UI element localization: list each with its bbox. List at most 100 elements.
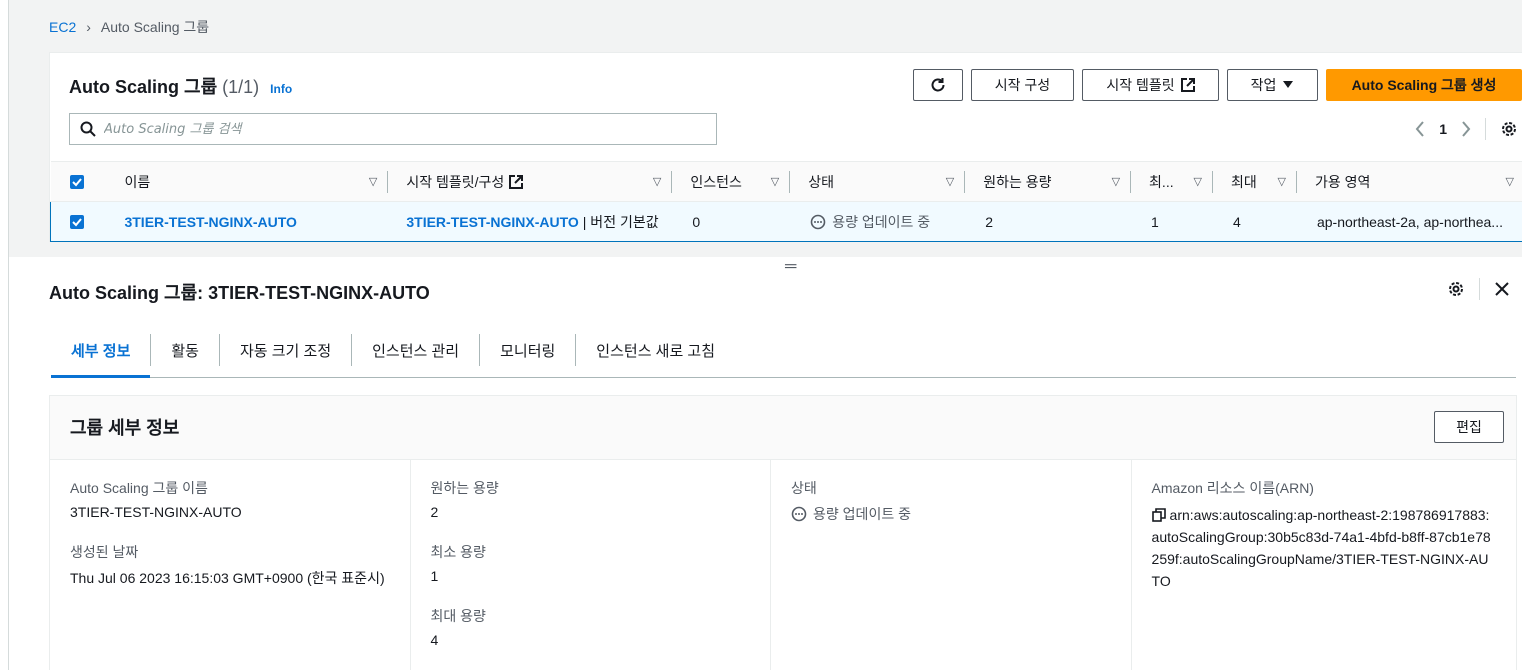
- max-capacity-value: 4: [430, 632, 439, 648]
- column-header-status[interactable]: 상태 ▽: [790, 161, 966, 202]
- template-link[interactable]: 3TIER-TEST-NGINX-AUTO: [406, 214, 578, 230]
- max-value: 4: [1233, 213, 1241, 230]
- launch-config-button[interactable]: 시작 구성: [971, 69, 1074, 101]
- column-label: 원하는 용량: [983, 173, 1052, 190]
- breadcrumb: EC2 › Auto Scaling 그룹: [49, 17, 209, 37]
- arn-row: arn:aws:autoscaling:ap-northeast-2:19878…: [1152, 504, 1496, 592]
- breadcrumb-ec2-link[interactable]: EC2: [49, 19, 76, 35]
- edit-button[interactable]: 편집: [1434, 411, 1504, 443]
- column-label: 인스턴스: [690, 173, 742, 190]
- az-value: ap-northeast-2a, ap-northea...: [1316, 213, 1503, 230]
- chevron-right-icon: ›: [86, 19, 91, 35]
- status-value: 용량 업데이트 중: [832, 213, 931, 230]
- close-icon[interactable]: [1494, 281, 1510, 297]
- row-min-cell: 1: [1131, 201, 1214, 242]
- sort-icon: ▽: [652, 176, 662, 188]
- column-header-instances[interactable]: 인스턴스 ▽: [672, 161, 791, 202]
- tab-instance-refresh[interactable]: 인스턴스 새로 고침: [576, 334, 735, 366]
- edit-label: 편집: [1456, 419, 1482, 435]
- group-details-container: 그룹 세부 정보 편집 Auto Scaling 그룹 이름 3TIER-TES…: [49, 395, 1517, 670]
- caret-down-icon: [1283, 81, 1294, 88]
- column-label: 시작 템플릿/구성: [406, 173, 505, 190]
- column-header-min[interactable]: 최... ▽: [1131, 161, 1214, 202]
- instances-value: 0: [692, 213, 701, 230]
- status-value: 용량 업데이트 중: [813, 506, 911, 522]
- actions-button[interactable]: 작업: [1227, 69, 1318, 101]
- row-az-cell: ap-northeast-2a, ap-northea...: [1296, 201, 1522, 242]
- tab-details[interactable]: 세부 정보: [51, 334, 152, 378]
- section-title: 그룹 세부 정보: [70, 418, 180, 438]
- copy-icon[interactable]: [1151, 508, 1166, 522]
- details-columns: Auto Scaling 그룹 이름 3TIER-TEST-NGINX-AUTO…: [50, 460, 1516, 670]
- settings-gear-icon[interactable]: [1500, 120, 1518, 138]
- details-column-3: 상태 용량 업데이트 중: [771, 460, 1132, 670]
- details-column-1: Auto Scaling 그룹 이름 3TIER-TEST-NGINX-AUTO…: [50, 460, 411, 670]
- list-title: Auto Scaling 그룹: [69, 77, 218, 97]
- launch-templates-button[interactable]: 시작 템플릿: [1082, 69, 1219, 101]
- in-progress-icon: [791, 506, 807, 522]
- sort-icon: ▽: [368, 176, 378, 188]
- created-value: Thu Jul 06 2023 16:15:03 GMT+0900 (한국 표준…: [70, 570, 385, 586]
- column-header-desired[interactable]: 원하는 용량 ▽: [965, 161, 1132, 202]
- asg-name-link[interactable]: 3TIER-TEST-NGINX-AUTO: [124, 214, 296, 230]
- tab-monitoring[interactable]: 모니터링: [480, 334, 577, 366]
- external-link-icon: [509, 174, 524, 189]
- in-progress-icon: [810, 214, 826, 229]
- chevron-right-icon[interactable]: [1461, 121, 1471, 137]
- asg-list-panel: Auto Scaling 그룹 (1/1) Info 시작 구성 시작 템플릿 …: [49, 52, 1522, 242]
- app-root: EC2 › Auto Scaling 그룹 Auto Scaling 그룹 (1…: [8, 0, 1522, 670]
- row-checkbox[interactable]: [70, 214, 84, 229]
- split-panel-resize-handle[interactable]: ═: [785, 258, 796, 276]
- refresh-icon: [931, 78, 945, 92]
- min-capacity-label: 최소 용량: [430, 544, 486, 560]
- search-input[interactable]: [104, 121, 704, 137]
- column-label: 최...: [1149, 173, 1174, 190]
- column-label: 상태: [808, 173, 834, 190]
- column-label: 최대: [1231, 173, 1257, 190]
- tab-instance-management[interactable]: 인스턴스 관리: [352, 334, 481, 366]
- launch-templates-label: 시작 템플릿: [1106, 77, 1175, 93]
- sort-icon: ▽: [1193, 176, 1203, 188]
- pagination: 1: [1415, 115, 1522, 143]
- column-header-template[interactable]: 시작 템플릿/구성 ▽: [388, 161, 673, 202]
- select-all-cell: [50, 161, 107, 202]
- refresh-button[interactable]: [913, 69, 963, 101]
- chevron-left-icon[interactable]: [1415, 121, 1425, 137]
- breadcrumb-current: Auto Scaling 그룹: [100, 19, 210, 35]
- settings-gear-icon[interactable]: [1447, 280, 1465, 298]
- list-count: (1/1): [222, 77, 260, 97]
- row-instances-cell: 0: [672, 201, 791, 242]
- search-icon: [80, 121, 96, 137]
- created-label: 생성된 날짜: [70, 544, 139, 560]
- row-desired-cell: 2: [965, 201, 1132, 242]
- status-label: 상태: [791, 480, 817, 496]
- row-max-cell: 4: [1213, 201, 1297, 242]
- details-column-4: Amazon 리소스 이름(ARN) arn:aws:autoscaling:a…: [1132, 460, 1516, 670]
- create-asg-button[interactable]: Auto Scaling 그룹 생성: [1326, 69, 1522, 101]
- list-area: EC2 › Auto Scaling 그룹 Auto Scaling 그룹 (1…: [9, 0, 1522, 257]
- asg-name-label: Auto Scaling 그룹 이름: [70, 480, 208, 496]
- select-all-checkbox[interactable]: [69, 174, 84, 189]
- column-label: 가용 영역: [1314, 173, 1371, 190]
- pager-divider: [1485, 118, 1486, 140]
- row-select-cell: [50, 201, 107, 242]
- tools-divider: [1479, 278, 1480, 300]
- row-name-cell: 3TIER-TEST-NGINX-AUTO: [106, 201, 389, 242]
- min-capacity-value: 1: [430, 568, 439, 584]
- column-label: 이름: [124, 173, 151, 190]
- tab-automatic-scaling[interactable]: 자동 크기 조정: [220, 334, 353, 366]
- sort-icon: ▽: [1277, 176, 1286, 188]
- column-header-az[interactable]: 가용 영역 ▽: [1296, 161, 1522, 202]
- arn-label: Amazon 리소스 이름(ARN): [1151, 480, 1314, 496]
- column-header-name[interactable]: 이름 ▽: [106, 161, 389, 202]
- row-template-cell: 3TIER-TEST-NGINX-AUTO | 버전 기본값: [388, 201, 673, 242]
- column-header-max[interactable]: 최대 ▽: [1213, 161, 1297, 202]
- external-link-icon: [1180, 78, 1195, 92]
- check-icon: [72, 217, 82, 226]
- page-number[interactable]: 1: [1439, 121, 1447, 137]
- table-row[interactable]: 3TIER-TEST-NGINX-AUTO 3TIER-TEST-NGINX-A…: [50, 201, 1522, 242]
- tab-activity[interactable]: 활동: [151, 334, 220, 366]
- sort-icon: ▽: [1505, 176, 1514, 188]
- sort-icon: ▽: [945, 176, 955, 188]
- info-link[interactable]: Info: [270, 82, 292, 96]
